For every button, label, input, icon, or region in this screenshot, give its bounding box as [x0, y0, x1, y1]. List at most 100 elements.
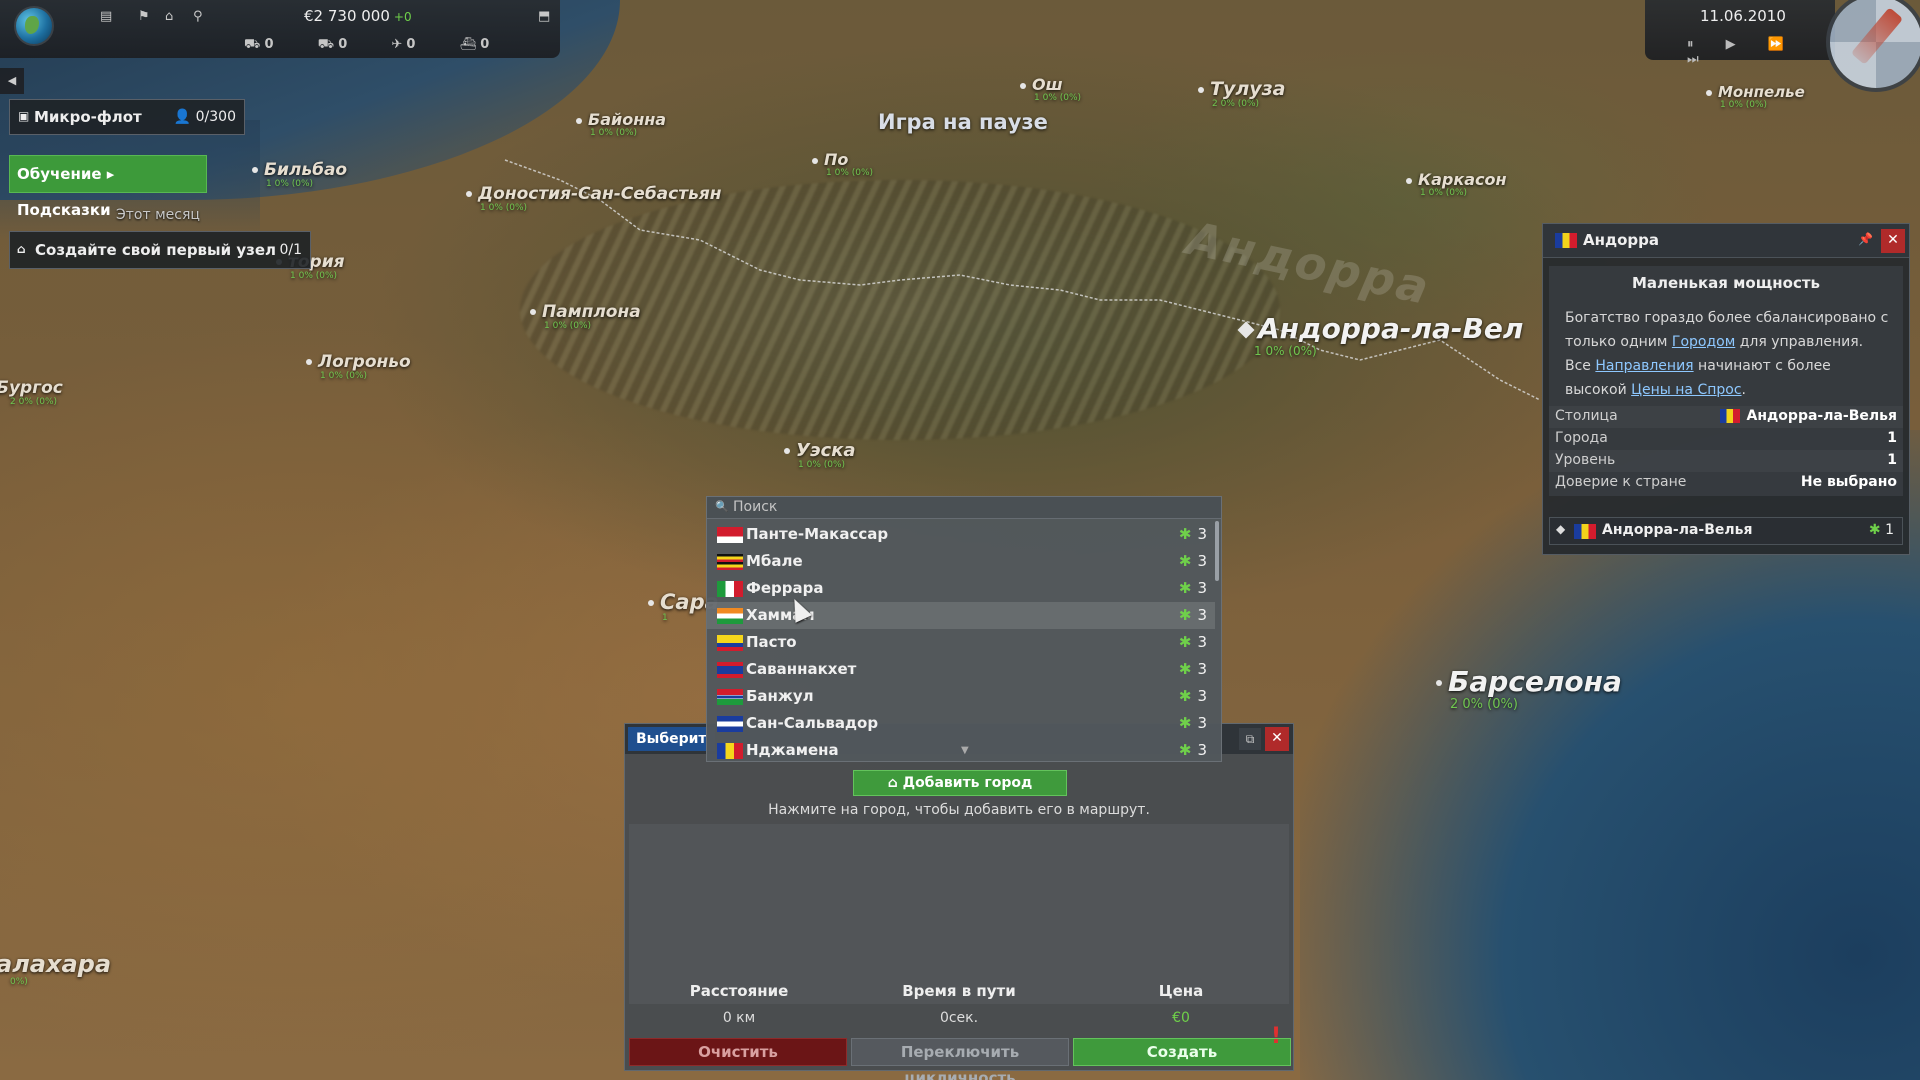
route-builder-dialog: Выберит ⧉ ✕ ⌂ Добавить город Нажмите на …	[624, 723, 1294, 1080]
map-city[interactable]: алахара 0%)	[0, 950, 111, 987]
route-stops-area	[629, 824, 1289, 1004]
star-icon: ✱	[1178, 741, 1192, 759]
tutorial-button[interactable]: Обучение ▸ Подсказки	[9, 155, 207, 219]
country-city-row[interactable]: ◆ Андорра-ла-Велья ✱ 1	[1549, 517, 1903, 545]
distance-value: 0 км	[722, 1010, 756, 1026]
warning-icon: !	[1270, 1024, 1281, 1049]
collapse-left-button[interactable]: ◀	[0, 68, 24, 94]
map-city[interactable]: По 1 0% (0%)	[812, 150, 873, 178]
city-list-item[interactable]: Феррара ✱ 3	[707, 575, 1215, 602]
directions-link[interactable]: Направления	[1595, 358, 1693, 374]
info-row-capital: Столица Андорра-ла-Велья	[1549, 406, 1903, 428]
search-icon: 🔍	[715, 500, 729, 513]
map-city[interactable]: Памплона 1 0% (0%)	[530, 302, 641, 331]
city-list-item[interactable]: Хаммам ✱ 3	[707, 602, 1215, 629]
country-name: Андорра	[1583, 231, 1659, 249]
diamond-icon: ◆	[1556, 522, 1566, 536]
toggle-cycle-button[interactable]: Переключить цикличность	[851, 1038, 1069, 1080]
vehicle-counters: ⛟ 0 ⛟ 0 ✈ 0 ⛴ 0	[244, 37, 529, 54]
city-search-dropdown: 🔍 Поиск Панте-Макассар ✱ 3 Мбале ✱ 3 Феррара…	[706, 496, 1222, 762]
cities-link[interactable]: Городом	[1672, 334, 1735, 350]
star-icon: ✱	[1178, 633, 1192, 651]
list-scrollbar[interactable]	[1215, 521, 1219, 581]
paused-label: Игра на паузе	[878, 110, 1048, 134]
task-panel[interactable]: ⌂ Создайте свой первый узел 0/1	[9, 231, 311, 269]
country-info-panel: Андорра 📌 ✕ Маленькая мощность Богатство…	[1542, 223, 1910, 555]
demand-price-link[interactable]: Цены на Спрос	[1631, 382, 1741, 398]
scroll-down-icon[interactable]: ▼	[961, 745, 969, 756]
copy-icon[interactable]: ⧉	[1239, 728, 1261, 750]
gambia-flag-icon	[717, 689, 743, 705]
star-icon: ✱	[1178, 579, 1192, 597]
el-salvador-flag-icon	[717, 716, 743, 732]
close-country-panel-button[interactable]: ✕	[1881, 229, 1905, 253]
microfleet-count: 👤 0/300	[173, 109, 236, 125]
close-route-dialog-button[interactable]: ✕	[1265, 727, 1289, 751]
add-city-button[interactable]: ⌂ Добавить город	[853, 770, 1067, 796]
train-counter: ⛟ 0	[317, 37, 348, 52]
andorra-flag-icon	[1720, 409, 1741, 423]
this-month-label: Этот месяц	[116, 207, 200, 223]
chad-flag-icon	[717, 743, 743, 759]
route-dialog-title: Выберит	[628, 727, 715, 751]
fleet-icon: ▣	[18, 109, 30, 123]
map-city[interactable]: Ош 1 0% (0%)	[1020, 75, 1081, 103]
search-input[interactable]: 🔍 Поиск	[707, 497, 1221, 519]
price-value: €0	[1172, 1010, 1190, 1026]
star-icon: ✱	[1178, 687, 1192, 705]
task-label: Создайте свой первый узел	[35, 241, 277, 259]
laos-flag-icon	[717, 662, 743, 678]
andorra-flag-icon	[1574, 524, 1596, 539]
india-flag-icon	[717, 608, 743, 624]
city-list-item[interactable]: Пасто ✱ 3	[707, 629, 1215, 656]
speed-controls[interactable]: ⏸ ▶ ⏩ ⏭	[1687, 37, 1835, 67]
city-list-item[interactable]: Мбале ✱ 3	[707, 548, 1215, 575]
star-icon: ✱	[1178, 606, 1192, 624]
map-city-selected[interactable]: Андорра-ла-Вел 1 0% (0%)	[1237, 312, 1523, 358]
home-icon[interactable]: ⌂	[165, 9, 173, 24]
map-city[interactable]: Байонна 1 0% (0%)	[576, 110, 666, 138]
country-panel-body: Маленькая мощность Богатство гораздо бол…	[1549, 266, 1903, 496]
info-row-trust: Доверие к стране Не выбрано	[1555, 474, 1897, 490]
top-bar: ▤ ⚑ ⌂ ⚲ €2 730 000 +0 ⬒ ⛟ 0 ⛟ 0 ✈ 0 ⛴ 0	[0, 0, 560, 58]
star-icon: ✱	[1868, 522, 1881, 538]
flag-icon[interactable]: ⚑	[138, 9, 150, 24]
map-city[interactable]: Бильбао 1 0% (0%)	[252, 160, 347, 189]
country-panel-header: Андорра 📌 ✕	[1543, 224, 1909, 258]
location-icon[interactable]: ⚲	[193, 9, 203, 24]
map-city[interactable]: Монпелье 1 0% (0%)	[1706, 83, 1805, 110]
map-city[interactable]: Бургос 2 0% (0%)	[0, 378, 63, 407]
ship-counter: ⛴ 0	[459, 37, 490, 52]
map-toggle-icon[interactable]: ⬒	[538, 9, 550, 24]
map-city[interactable]: Тулуза 2 0% (0%)	[1198, 78, 1286, 109]
city-list-item[interactable]: Банжул ✱ 3	[707, 683, 1215, 710]
map-city[interactable]: Барселона 2 0% (0%)	[1436, 665, 1622, 712]
italy-flag-icon	[717, 581, 743, 597]
map-city[interactable]: Уэска 1 0% (0%)	[784, 440, 856, 470]
city-list-item[interactable]: Панте-Макассар ✱ 3	[707, 521, 1215, 548]
star-icon: ✱	[1178, 552, 1192, 570]
create-route-button[interactable]: Создать	[1073, 1038, 1291, 1066]
info-row-level: Уровень 1	[1549, 450, 1903, 472]
map-city[interactable]: Логроньо 1 0% (0%)	[306, 352, 411, 381]
map-city[interactable]: Доностия-Сан-Себастьян 1 0% (0%)	[466, 184, 722, 213]
uganda-flag-icon	[717, 554, 743, 570]
bus-icon[interactable]: ▤	[100, 9, 112, 24]
plane-counter: ✈ 0	[391, 37, 416, 52]
microfleet-panel[interactable]: ▣ Микро-флот 👤 0/300	[9, 99, 245, 135]
star-icon: ✱	[1178, 525, 1192, 543]
bus-counter: ⛟ 0	[244, 37, 274, 52]
node-icon: ⌂	[17, 242, 26, 256]
country-subtitle: Маленькая мощность	[1631, 274, 1821, 292]
clear-button[interactable]: Очистить	[629, 1038, 847, 1066]
map-city[interactable]: Каркасон 1 0% (0%)	[1406, 170, 1507, 198]
timor-flag-icon	[717, 527, 743, 543]
game-date: 11.06.2010	[1700, 7, 1786, 25]
microfleet-label: Микро-флот	[34, 108, 142, 126]
city-list-item[interactable]: Сан-Сальвадор ✱ 3	[707, 710, 1215, 737]
travel-time-value: 0сек.	[939, 1010, 979, 1026]
star-icon: ✱	[1178, 714, 1192, 732]
globe-icon[interactable]	[14, 6, 54, 46]
city-list-item[interactable]: Саваннакхет ✱ 3	[707, 656, 1215, 683]
pin-icon[interactable]: 📌	[1858, 232, 1873, 246]
